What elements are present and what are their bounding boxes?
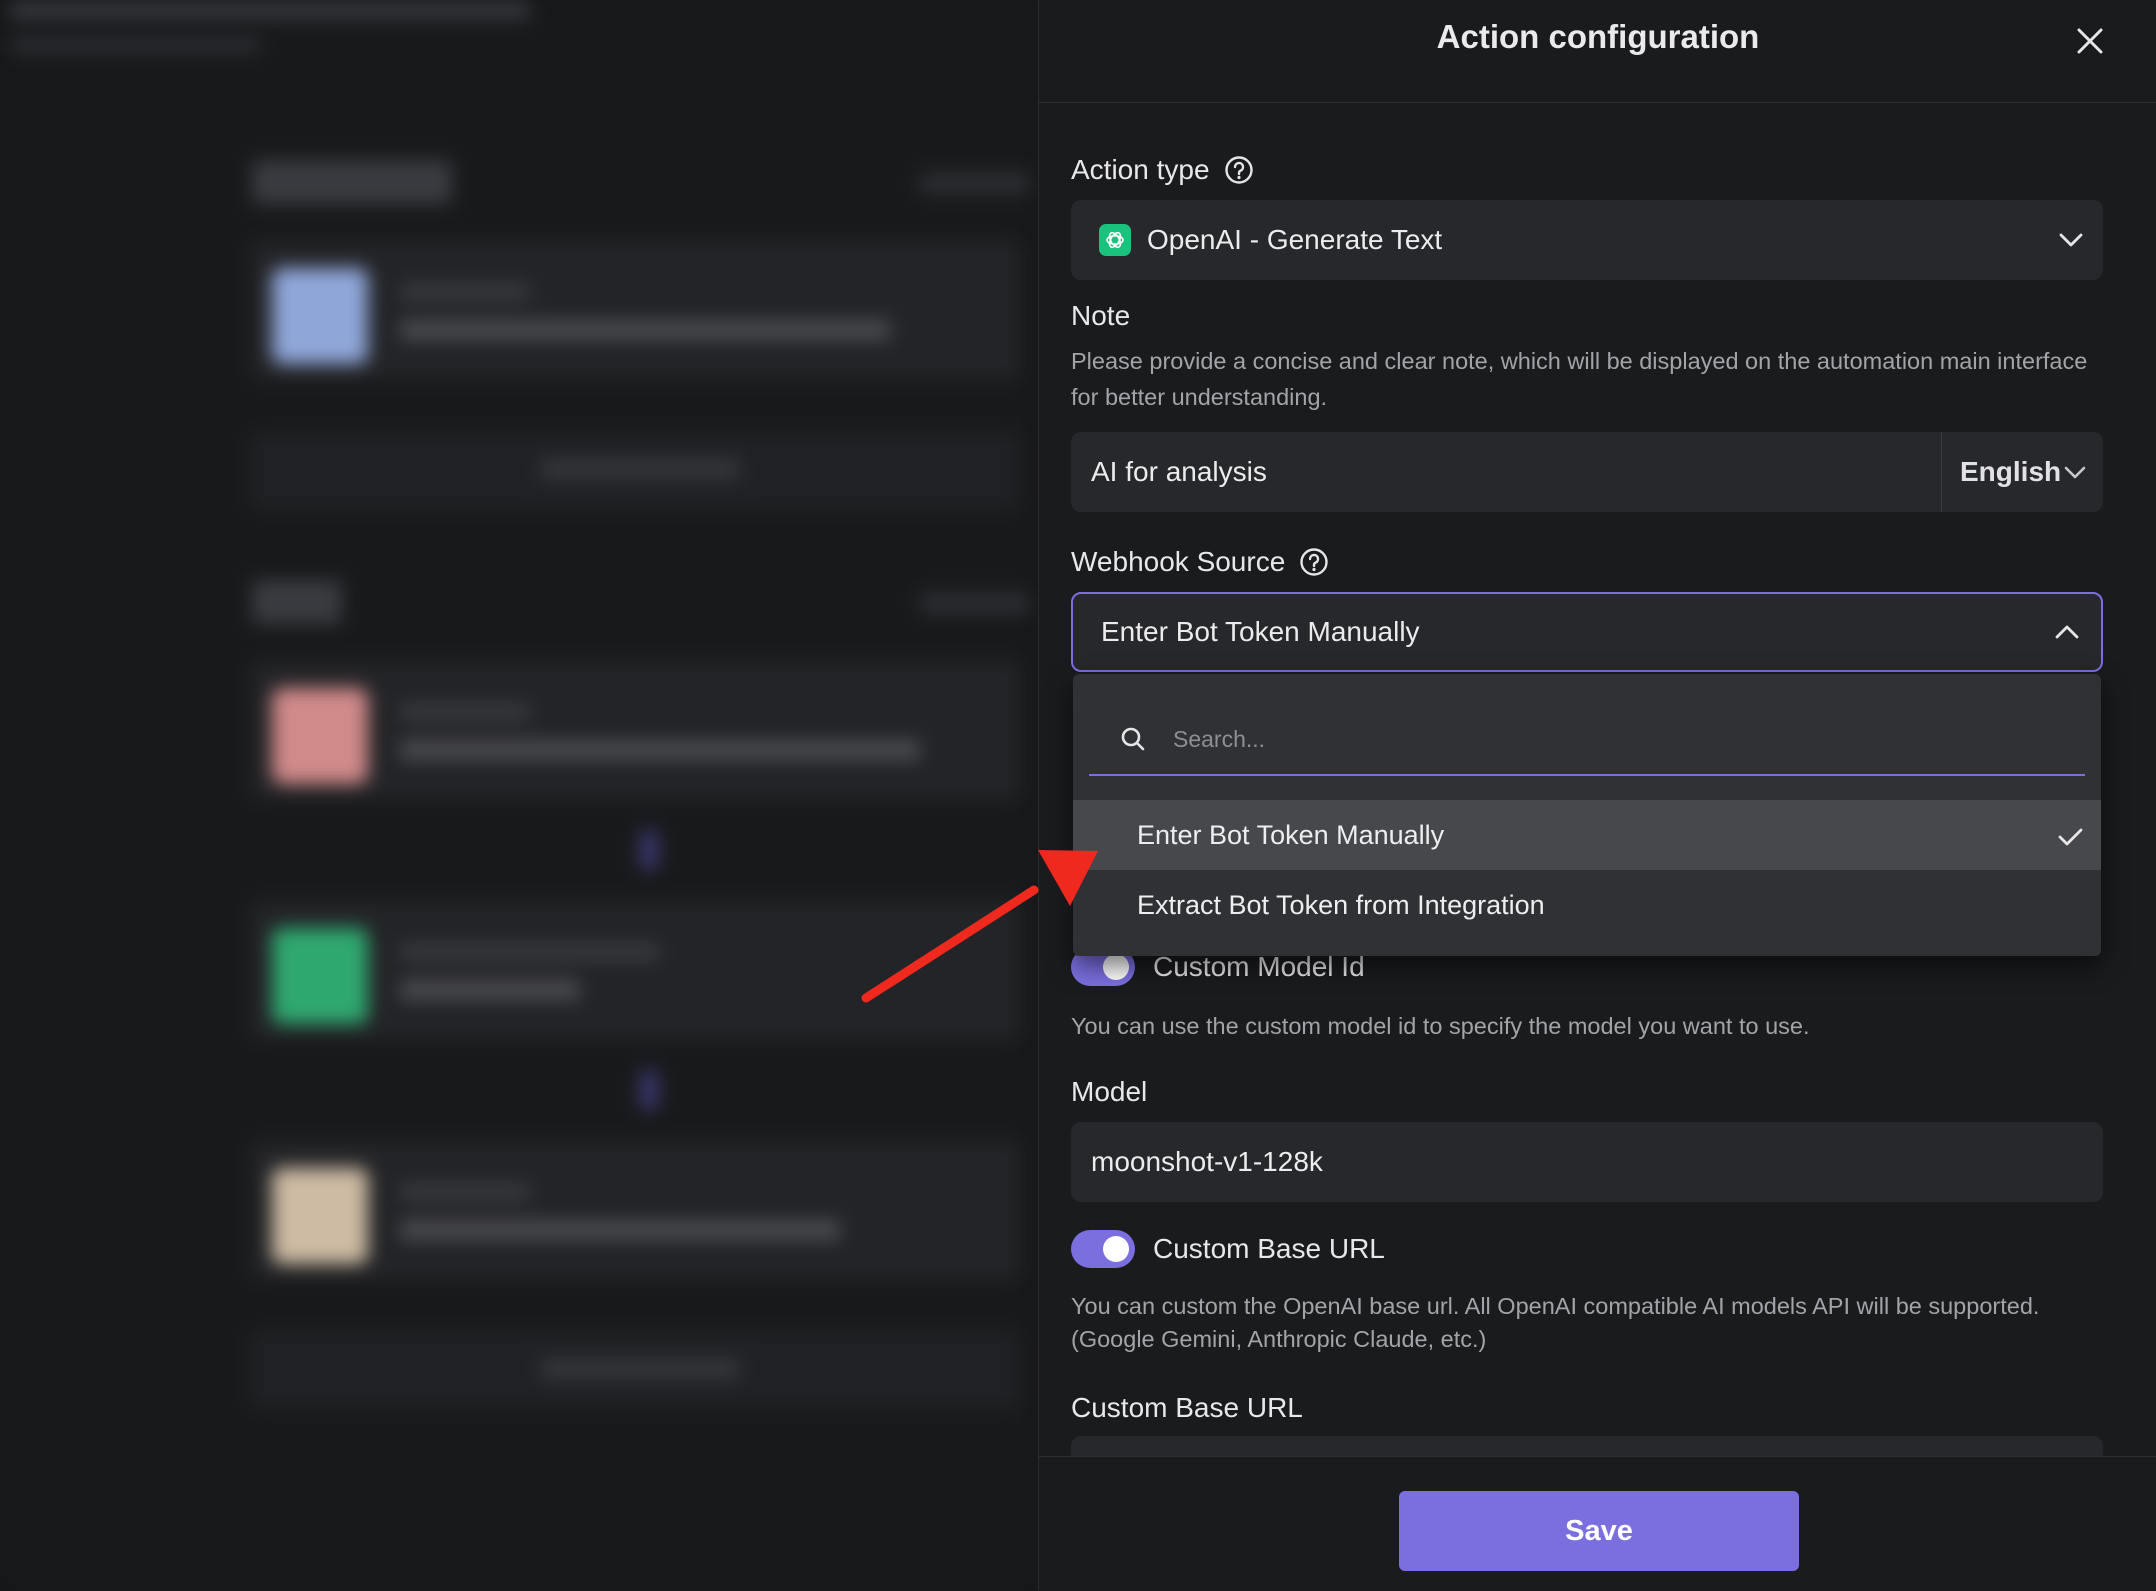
action-configuration-panel: Action configuration Action type OpenAI … bbox=[1038, 0, 2156, 1591]
chevron-down-icon bbox=[2061, 458, 2089, 491]
panel-title: Action configuration bbox=[1436, 18, 1760, 55]
chevron-down-icon bbox=[2055, 224, 2087, 261]
language-select[interactable]: English bbox=[1941, 432, 2103, 512]
note-value: AI for analysis bbox=[1091, 456, 1267, 487]
action-type-value: OpenAI - Generate Text bbox=[1147, 224, 1443, 255]
help-icon[interactable] bbox=[1224, 155, 1254, 185]
model-label: Model bbox=[1071, 1076, 1148, 1107]
webhook-source-label: Webhook Source bbox=[1071, 546, 1329, 578]
note-input[interactable]: AI for analysis English bbox=[1071, 432, 2103, 512]
custom-base-url-toggle[interactable] bbox=[1071, 1230, 1135, 1268]
help-icon[interactable] bbox=[1299, 547, 1329, 577]
note-label: Note bbox=[1071, 300, 1131, 331]
openai-logo-icon bbox=[1099, 224, 1131, 256]
action-type-select[interactable]: OpenAI - Generate Text bbox=[1071, 200, 2103, 280]
panel-header: Action configuration bbox=[1039, 0, 2156, 103]
close-button[interactable] bbox=[2069, 20, 2111, 62]
search-input[interactable] bbox=[1171, 724, 2055, 754]
custom-base-url-description: You can custom the OpenAI base url. All … bbox=[1071, 1293, 2040, 1352]
language-value: English bbox=[1960, 456, 2062, 487]
action-type-label: Action type bbox=[1071, 154, 1254, 186]
check-icon bbox=[2055, 822, 2085, 859]
model-value: moonshot-v1-128k bbox=[1091, 1146, 1323, 1177]
webhook-source-value: Enter Bot Token Manually bbox=[1101, 616, 1420, 647]
webhook-source-select[interactable]: Enter Bot Token Manually bbox=[1071, 592, 2103, 672]
custom-model-id-description: You can use the custom model id to speci… bbox=[1071, 1013, 1810, 1039]
option-extract-bot-token-from-integration[interactable]: Extract Bot Token from Integration bbox=[1073, 870, 2101, 940]
close-icon bbox=[2077, 28, 2103, 54]
dropdown-search bbox=[1089, 704, 2085, 776]
note-description: Please provide a concise and clear note,… bbox=[1071, 348, 2088, 410]
custom-base-url-row: Custom Base URL bbox=[1071, 1230, 1385, 1268]
model-input[interactable]: moonshot-v1-128k bbox=[1071, 1122, 2103, 1202]
save-button[interactable]: Save bbox=[1399, 1491, 1799, 1571]
custom-base-url-toggle-label: Custom Base URL bbox=[1153, 1233, 1385, 1264]
custom-base-url-field-label: Custom Base URL bbox=[1071, 1392, 1303, 1423]
chevron-up-icon bbox=[2051, 616, 2083, 653]
option-enter-bot-token-manually[interactable]: Enter Bot Token Manually bbox=[1073, 800, 2101, 870]
blurred-background-page bbox=[0, 0, 1040, 1590]
webhook-source-dropdown: Enter Bot Token Manually Extract Bot Tok… bbox=[1073, 674, 2101, 956]
panel-footer: Save bbox=[1039, 1456, 2156, 1591]
search-icon bbox=[1119, 725, 1147, 753]
